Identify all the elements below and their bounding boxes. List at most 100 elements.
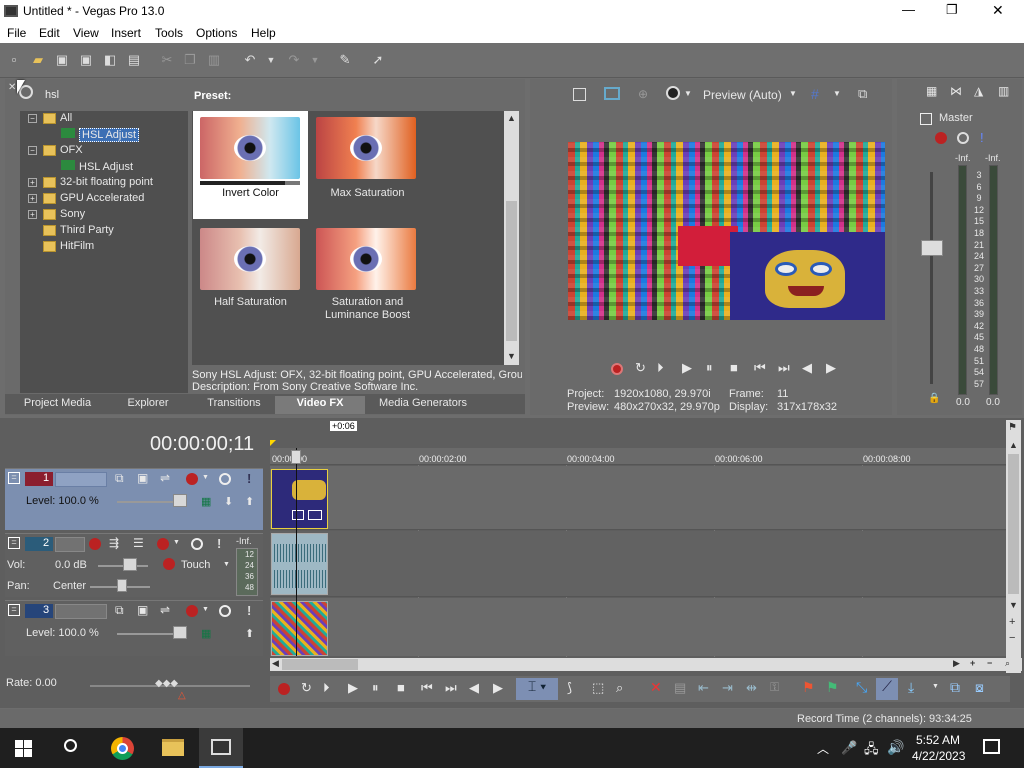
microphone-icon[interactable]: 🎤 xyxy=(841,740,857,756)
render-icon[interactable]: ◧ xyxy=(101,51,119,69)
scroll-thumb[interactable] xyxy=(506,201,517,341)
next-frame-icon[interactable]: ▶ xyxy=(493,680,503,696)
clip-crop-icon[interactable] xyxy=(308,510,322,520)
scroll-thumb[interactable] xyxy=(1008,454,1019,594)
track-header-3[interactable]: = 3 ⧉ ▣ ⇌ ▼ ! Level: 100.0 % ▦ ⬆ xyxy=(5,600,263,656)
go-to-end-icon[interactable]: ⏭ xyxy=(778,360,790,376)
marker-icon[interactable]: ⚑ xyxy=(802,679,815,696)
scroll-up-icon[interactable]: ▲ xyxy=(1009,440,1018,450)
downmix-icon[interactable]: ⋈ xyxy=(950,84,962,98)
undo-dropdown-icon[interactable]: ▼ xyxy=(262,51,280,69)
minimize-button[interactable]: — xyxy=(902,2,915,17)
menu-help[interactable]: Help xyxy=(251,26,276,40)
preset-half-saturation[interactable]: Half Saturation xyxy=(193,222,308,332)
go-to-start-icon[interactable]: ⏮ xyxy=(421,680,433,696)
go-to-start-icon[interactable]: ⏮ xyxy=(754,360,766,376)
ripple-dropdown-icon[interactable]: ▼ xyxy=(932,683,939,690)
clock-date[interactable]: 4/22/2023 xyxy=(912,749,965,763)
tree-item-sony[interactable]: + Sony xyxy=(28,208,85,220)
auto-ripple-icon[interactable]: ➚ xyxy=(369,51,387,69)
playhead-marker[interactable] xyxy=(270,440,276,446)
play-from-start-icon[interactable]: ⏵ xyxy=(323,680,330,696)
tree-item-hsl-adjust[interactable]: HSL Adjust xyxy=(61,160,133,173)
motion-icon[interactable]: ⇌ xyxy=(160,603,170,617)
zoom-tool-icon[interactable]: ⌕ xyxy=(1005,658,1010,669)
video-clip-1[interactable] xyxy=(271,469,328,529)
preset-saturation-luminance-boost[interactable]: Saturation and Luminance Boost xyxy=(310,222,425,332)
mute-icon[interactable] xyxy=(219,473,231,485)
track-fx-dropdown-icon[interactable]: ▼ xyxy=(202,474,209,481)
track-collapse-icon[interactable]: = xyxy=(8,537,20,549)
master-mute-icon[interactable] xyxy=(957,132,969,144)
tree-item-hsl-adjust-selected[interactable]: HSL Adjust xyxy=(61,128,140,142)
tab-media-generators[interactable]: Media Generators xyxy=(368,396,478,414)
preset-scrollbar[interactable]: ▲ ▼ xyxy=(504,111,519,365)
rate-reset-icon[interactable]: △ xyxy=(178,690,186,701)
prev-frame-icon[interactable]: ◀ xyxy=(802,360,812,376)
close-button[interactable]: ✕ xyxy=(992,2,1004,19)
pause-icon[interactable]: ⏸ xyxy=(706,360,713,376)
play-icon[interactable]: ▶ xyxy=(348,680,358,696)
master-solo-icon[interactable]: ! xyxy=(980,130,984,145)
play-icon[interactable]: ▶ xyxy=(682,360,692,376)
tree-item-hitfilm[interactable]: HitFilm xyxy=(43,240,94,252)
automation-mode-icon[interactable] xyxy=(163,558,175,570)
pause-icon[interactable]: ⏸ xyxy=(372,680,379,696)
tree-item-32bit[interactable]: +32-bit floating point xyxy=(28,176,153,188)
automation-mode-select[interactable]: Touch xyxy=(181,559,210,571)
motion-icon[interactable]: ⇌ xyxy=(160,471,170,485)
menu-insert[interactable]: Insert xyxy=(111,26,141,40)
next-frame-icon[interactable]: ▶ xyxy=(826,360,836,376)
zoom-in-icon[interactable]: + xyxy=(1009,616,1015,628)
track-move-up-icon[interactable]: ⬆ xyxy=(245,627,254,640)
zoom-in-h-icon[interactable]: + xyxy=(970,658,975,668)
zoom-tool-icon[interactable]: ⌕ xyxy=(616,680,623,696)
play-from-start-icon[interactable]: ⏵ xyxy=(657,360,664,376)
enable-snapping-icon[interactable]: ✎ xyxy=(336,51,354,69)
region-flag-icon[interactable]: ⚑ xyxy=(1008,422,1017,433)
track-lane-1[interactable] xyxy=(270,466,1006,530)
vegas-taskbar-icon[interactable] xyxy=(199,728,243,768)
tree-item-third-party[interactable]: Third Party xyxy=(43,224,114,236)
timeline-hscroll[interactable]: ◀ xyxy=(270,658,950,671)
tab-transitions[interactable]: Transitions xyxy=(196,396,272,414)
track-fx-bypass-icon[interactable]: ▦ xyxy=(201,495,211,508)
input-monitor-icon[interactable]: ⇶ xyxy=(109,536,119,550)
stop-icon[interactable]: ■ xyxy=(730,360,738,375)
properties-icon[interactable]: ▤ xyxy=(125,51,143,69)
track-lane-2[interactable] xyxy=(270,531,1006,597)
envelope-tool-icon[interactable]: ⟆ xyxy=(567,680,572,696)
master-fader-knob[interactable] xyxy=(921,240,943,256)
panel-close-icon[interactable]: ✕ xyxy=(8,82,16,93)
overlays-icon[interactable] xyxy=(666,86,680,100)
timeline-vscroll[interactable]: ⚑ ▲ ▼ + − xyxy=(1006,420,1021,673)
tree-item-all[interactable]: − All xyxy=(28,112,72,124)
track-header-2[interactable]: = 2 ⇶ ☰ ▼ ! -Inf. 12 24 36 48 Vol: 0.0 d… xyxy=(5,533,263,597)
solo-icon[interactable]: ! xyxy=(247,471,251,486)
track-fx-dropdown-icon[interactable]: ▼ xyxy=(173,539,180,546)
track-fx-dropdown-icon[interactable]: ▼ xyxy=(202,606,209,613)
parent-icon[interactable]: ▣ xyxy=(137,603,148,617)
track-name-input[interactable] xyxy=(55,604,107,619)
region-icon[interactable]: ⚑ xyxy=(826,679,839,696)
composite-mode-icon[interactable]: ⧉ xyxy=(115,603,124,618)
track-collapse-icon[interactable]: = xyxy=(8,472,20,484)
preset-max-saturation[interactable]: Max Saturation xyxy=(310,111,425,219)
master-lock-icon[interactable]: 🔒 xyxy=(928,393,940,404)
parent-icon[interactable]: ▣ xyxy=(137,471,148,485)
master-fx-icon[interactable] xyxy=(935,132,947,144)
automation-icon[interactable]: ☰ xyxy=(133,536,144,550)
track-move-up-icon[interactable]: ⬆ xyxy=(245,495,254,508)
selection-tool-icon[interactable]: ⬚ xyxy=(592,680,604,696)
delete-icon[interactable]: ✕ xyxy=(650,679,662,696)
file-explorer-icon[interactable] xyxy=(162,739,184,756)
track-name-input[interactable] xyxy=(55,537,85,552)
lock-icon[interactable]: ⚿ xyxy=(770,680,779,695)
tab-project-media[interactable]: Project Media xyxy=(15,396,100,414)
tree-item-gpu[interactable]: + GPU Accelerated xyxy=(28,192,144,204)
open-icon[interactable]: ▰ xyxy=(29,51,47,69)
track-fx-bypass-icon[interactable]: ▦ xyxy=(201,627,211,640)
undo-icon[interactable]: ↶ xyxy=(241,51,259,69)
save-icon[interactable]: ▣ xyxy=(53,51,71,69)
solo-icon[interactable]: ! xyxy=(217,536,221,551)
